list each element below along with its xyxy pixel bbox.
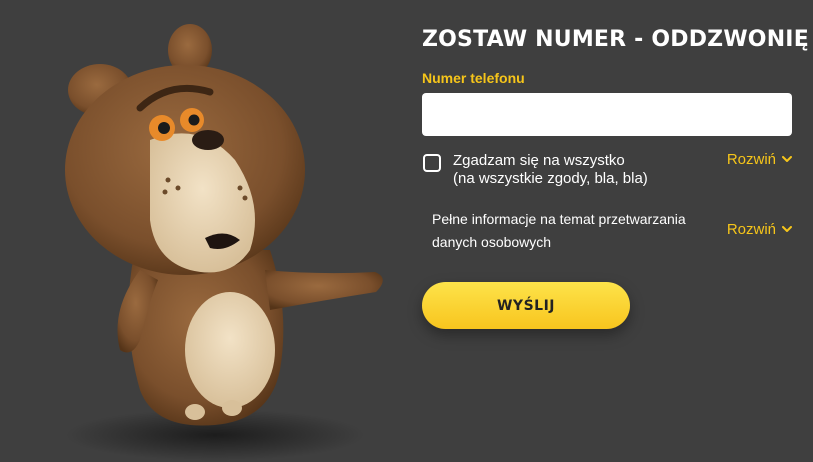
page: ZOSTAW NUMER - ODDZWONIĘ Numer telefonu … (0, 0, 813, 462)
bear-mascot-illustration (65, 24, 383, 461)
privacy-info-text: Pełne informacje na temat przetwarzania … (432, 211, 686, 250)
callback-form: ZOSTAW NUMER - ODDZWONIĘ Numer telefonu … (422, 0, 809, 462)
phone-label: Numer telefonu (422, 70, 525, 86)
privacy-expand-label: Rozwiń (726, 221, 776, 238)
privacy-expand-toggle[interactable]: Rozwiń (727, 221, 792, 238)
submit-button[interactable]: WYŚLIJ (422, 282, 630, 329)
form-title: ZOSTAW NUMER - ODDZWONIĘ (422, 27, 809, 52)
privacy-info-row: Pełne informacje na temat przetwarzania … (422, 151, 792, 251)
chevron-down-icon (782, 226, 792, 232)
phone-input[interactable] (422, 93, 792, 136)
